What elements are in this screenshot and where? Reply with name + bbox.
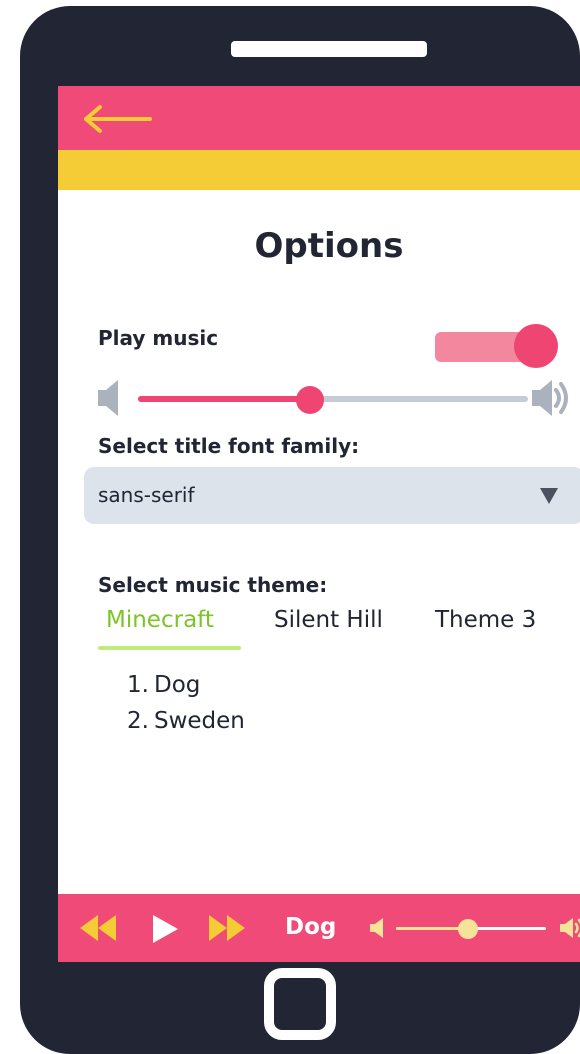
list-item[interactable]: 1. Dog xyxy=(127,672,245,708)
track-list: 1. Dog 2. Sweden xyxy=(127,672,245,744)
play-music-label: Play music xyxy=(98,326,219,350)
page-title: Options xyxy=(254,226,404,266)
home-button[interactable] xyxy=(264,968,336,1040)
music-player-bar: Dog xyxy=(58,894,580,962)
music-theme-label: Select music theme: xyxy=(98,573,328,597)
speaker-high-icon xyxy=(532,380,568,416)
player-volume-slider[interactable] xyxy=(396,918,546,939)
music-volume-slider[interactable] xyxy=(138,386,528,414)
slider-fill xyxy=(138,396,310,402)
toggle-knob xyxy=(514,324,558,368)
phone-frame: Options Play music Select title font fam… xyxy=(20,6,580,1054)
rewind-icon[interactable] xyxy=(78,913,118,943)
tab-theme-3[interactable]: Theme 3 xyxy=(435,607,536,633)
now-playing-title: Dog xyxy=(285,914,337,940)
speaker-high-icon xyxy=(560,918,580,938)
track-number: 1. xyxy=(127,672,149,698)
track-title: Sweden xyxy=(154,708,245,734)
tab-silent-hill[interactable]: Silent Hill xyxy=(274,607,383,633)
arrow-left-icon[interactable] xyxy=(82,104,152,134)
font-family-select[interactable]: sans-serif xyxy=(84,467,580,524)
track-number: 2. xyxy=(127,708,149,734)
music-theme-tabs: Minecraft Silent Hill Theme 3 xyxy=(98,602,578,652)
app-screen: Options Play music Select title font fam… xyxy=(58,86,580,962)
phone-speaker xyxy=(231,41,427,57)
tab-minecraft[interactable]: Minecraft xyxy=(106,607,214,633)
fast-forward-icon[interactable] xyxy=(207,913,247,943)
speaker-low-icon xyxy=(98,380,118,416)
font-family-value: sans-serif xyxy=(98,483,195,507)
play-icon[interactable] xyxy=(150,913,180,945)
header-accent-bar xyxy=(58,150,580,190)
active-tab-indicator xyxy=(98,646,241,650)
speaker-low-icon xyxy=(370,918,383,938)
volume-row xyxy=(96,378,572,418)
font-family-label: Select title font family: xyxy=(98,434,360,458)
track-title: Dog xyxy=(154,672,201,698)
play-music-toggle[interactable] xyxy=(435,324,560,370)
slider-thumb[interactable] xyxy=(458,919,478,939)
list-item[interactable]: 2. Sweden xyxy=(127,708,245,744)
triangle-down-icon xyxy=(540,488,558,504)
app-header xyxy=(58,86,580,150)
slider-thumb[interactable] xyxy=(295,386,324,414)
